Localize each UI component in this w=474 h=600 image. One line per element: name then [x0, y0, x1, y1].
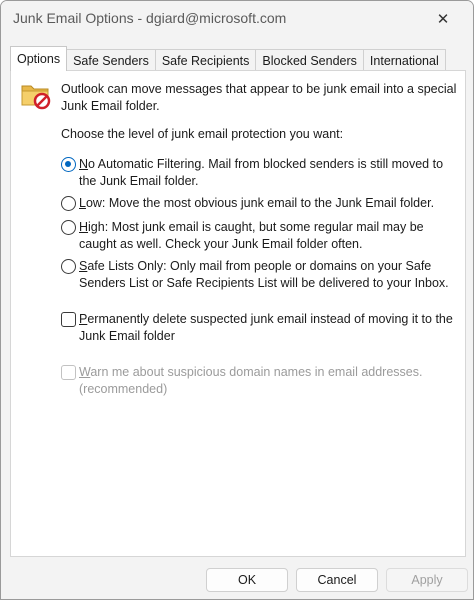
tab-strip: Options Safe Senders Safe Recipients Blo…: [10, 46, 446, 71]
ok-button[interactable]: OK: [206, 568, 288, 592]
radio-button[interactable]: [61, 196, 76, 211]
close-button[interactable]: ✕: [421, 3, 465, 35]
intro-text: Outlook can move messages that appear to…: [61, 81, 461, 115]
accel-key: H: [79, 220, 89, 234]
apply-button: Apply: [386, 568, 468, 592]
checkbox: [61, 365, 76, 380]
checkbox-label-line-2: Junk Email folder: [79, 329, 175, 343]
intro-line-2: Junk Email folder.: [61, 99, 160, 113]
checkbox-label-text: ermanently delete suspected junk email i…: [87, 312, 453, 326]
tab-international[interactable]: International: [362, 49, 446, 71]
accel-key: N: [79, 157, 89, 171]
accel-key: L: [79, 196, 86, 210]
radio-label-line-1: Safe Lists Only: Only mail from people o…: [79, 258, 461, 275]
radio-safe-lists-only[interactable]: Safe Lists Only: Only mail from people o…: [61, 258, 461, 292]
radio-label-line-2: caught as well. Check your Junk Email fo…: [79, 237, 363, 251]
radio-label-text: igh: Most junk email is caught, but some…: [88, 220, 424, 234]
radio-label-line-1: High: Most junk email is caught, but som…: [79, 219, 461, 236]
checkbox-label-line-1: Warn me about suspicious domain names in…: [79, 364, 461, 381]
level-prompt: Choose the level of junk email protectio…: [61, 127, 344, 141]
radio-label-text: o Automatic Filtering. Mail from blocked…: [88, 157, 444, 171]
radio-no-automatic-filtering[interactable]: No Automatic Filtering. Mail from blocke…: [61, 156, 461, 190]
junk-email-options-dialog: Junk Email Options - dgiard@microsoft.co…: [0, 0, 474, 600]
checkbox[interactable]: [61, 312, 76, 327]
radio-label-text: ow: Move the most obvious junk email to …: [85, 196, 435, 210]
intro-line-1: Outlook can move messages that appear to…: [61, 82, 457, 96]
close-icon: ✕: [436, 11, 450, 28]
dialog-footer: OK Cancel Apply: [1, 559, 473, 599]
tab-safe-recipients[interactable]: Safe Recipients: [154, 49, 257, 71]
options-panel: Outlook can move messages that appear to…: [10, 70, 466, 557]
tab-safe-senders[interactable]: Safe Senders: [66, 49, 156, 71]
radio-button[interactable]: [61, 259, 76, 274]
radio-label-line-2: the Junk Email folder.: [79, 174, 199, 188]
radio-label-line-1: No Automatic Filtering. Mail from blocke…: [79, 156, 461, 173]
checkbox-permanently-delete[interactable]: Permanently delete suspected junk email …: [61, 311, 461, 345]
checkbox-warn-suspicious-domains: Warn me about suspicious domain names in…: [61, 364, 461, 398]
checkbox-label-line-1: Permanently delete suspected junk email …: [79, 311, 461, 328]
radio-button[interactable]: [61, 220, 76, 235]
radio-high[interactable]: High: Most junk email is caught, but som…: [61, 219, 461, 253]
radio-button[interactable]: [61, 157, 76, 172]
checkbox-label-text: arn me about suspicious domain names in …: [90, 365, 423, 379]
title-bar: Junk Email Options - dgiard@microsoft.co…: [1, 1, 473, 37]
checkbox-label-line-2: (recommended): [79, 382, 168, 396]
tab-blocked-senders[interactable]: Blocked Senders: [255, 49, 364, 71]
window-title: Junk Email Options - dgiard@microsoft.co…: [13, 10, 287, 26]
radio-label-text: afe Lists Only: Only mail from people or…: [87, 259, 432, 273]
radio-label-line-2: Senders List or Safe Recipients List wil…: [79, 276, 449, 290]
accel-key: W: [79, 365, 91, 379]
junk-folder-icon: [20, 80, 52, 110]
tab-options[interactable]: Options: [10, 46, 68, 71]
radio-label-line-1: Low: Move the most obvious junk email to…: [79, 195, 461, 212]
cancel-button[interactable]: Cancel: [296, 568, 378, 592]
radio-low[interactable]: Low: Move the most obvious junk email to…: [61, 195, 461, 212]
